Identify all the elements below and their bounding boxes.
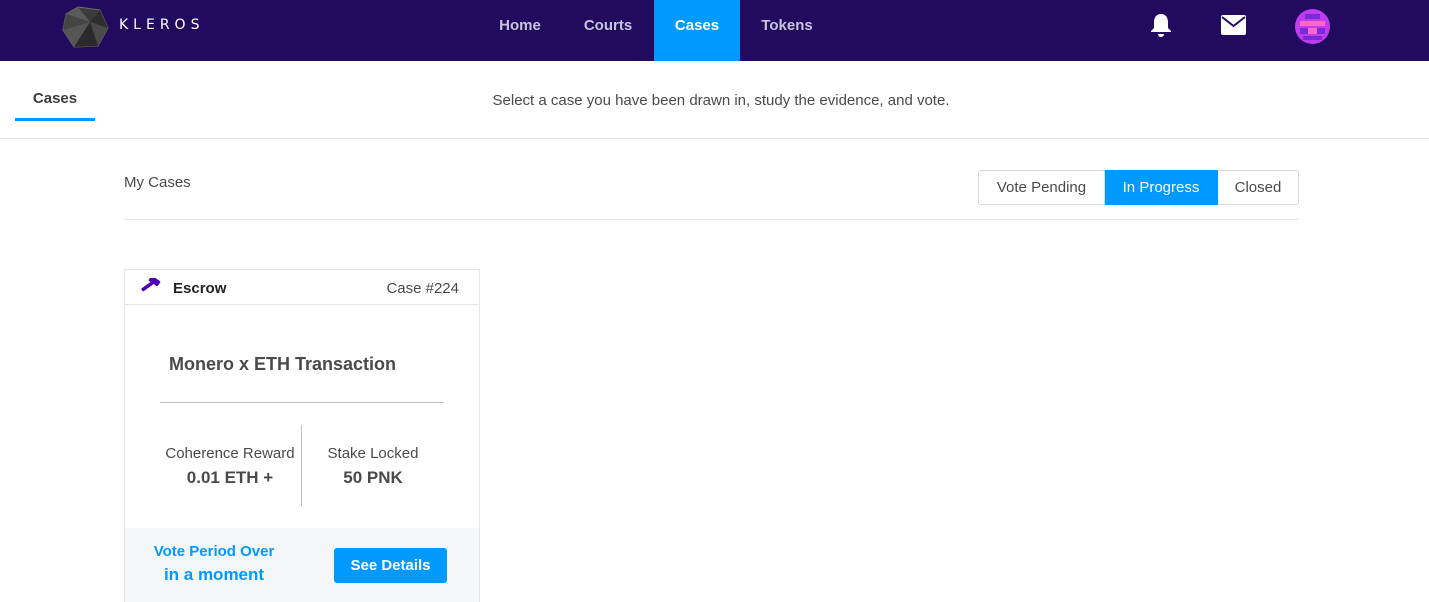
filter-in-progress[interactable]: In Progress: [1105, 170, 1218, 205]
top-navbar: KLEROS Home Courts Cases Tokens: [0, 0, 1429, 61]
brand-name: KLEROS: [119, 17, 205, 33]
section-divider: [124, 219, 1299, 220]
coherence-reward: Coherence Reward 0.01 ETH +: [161, 445, 299, 488]
period-status-line1: Vote Period Over: [153, 543, 275, 560]
case-card-header: Escrow Case #224: [125, 270, 479, 305]
court-name: Escrow: [173, 280, 227, 297]
avatar-identicon: [1295, 9, 1330, 44]
filter-vote-pending[interactable]: Vote Pending: [978, 170, 1105, 205]
bell-icon[interactable]: [1149, 12, 1173, 38]
case-filter-group: Vote Pending In Progress Closed: [978, 170, 1299, 205]
avatar[interactable]: [1295, 9, 1330, 44]
stake-label: Stake Locked: [327, 445, 419, 462]
nav-courts[interactable]: Courts: [578, 0, 638, 61]
filter-closed[interactable]: Closed: [1218, 170, 1299, 205]
stake-locked: Stake Locked 50 PNK: [313, 445, 433, 488]
section-title: My Cases: [124, 174, 191, 191]
stake-value: 50 PNK: [343, 468, 403, 487]
case-card: Escrow Case #224 Monero x ETH Transactio…: [124, 269, 480, 602]
period-status: Vote Period Over in a moment: [145, 543, 283, 585]
gavel-icon: [141, 278, 161, 292]
active-tab-indicator: [15, 118, 95, 121]
nav-cases[interactable]: Cases: [654, 0, 740, 61]
page-description: Select a case you have been drawn in, st…: [492, 92, 950, 109]
sub-header: Cases Select a case you have been drawn …: [0, 61, 1429, 139]
nav-home[interactable]: Home: [492, 0, 548, 61]
nav-tokens[interactable]: Tokens: [756, 0, 818, 61]
reward-label: Coherence Reward: [165, 445, 295, 462]
stat-divider: [301, 425, 302, 506]
period-status-line2: in a moment: [163, 565, 265, 584]
case-card-footer: Vote Period Over in a moment See Details: [125, 528, 479, 602]
case-title[interactable]: Monero x ETH Transaction: [169, 354, 396, 375]
kleros-logo-icon[interactable]: [60, 4, 110, 50]
envelope-icon[interactable]: [1221, 15, 1246, 35]
see-details-button[interactable]: See Details: [334, 548, 447, 583]
card-divider: [160, 402, 444, 403]
case-number: Case #224: [386, 280, 459, 297]
reward-value: 0.01 ETH +: [186, 468, 274, 487]
